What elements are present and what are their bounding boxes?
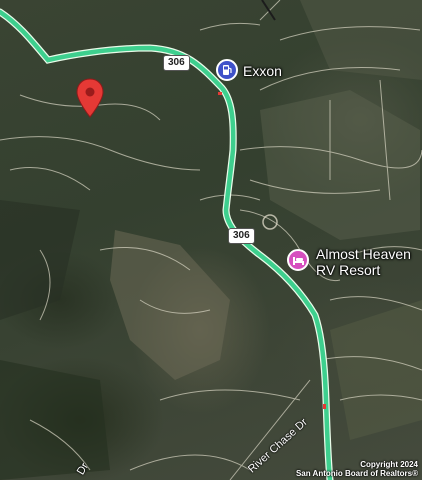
poi-label-line: RV Resort <box>316 262 381 278</box>
poi-label-rv-resort[interactable]: Almost Heaven RV Resort <box>316 246 411 278</box>
map-canvas[interactable]: 306 306 Exxon Almost Heaven RV Resort Ri… <box>0 0 422 480</box>
map-pin-icon[interactable] <box>76 78 104 118</box>
route-shield: 306 <box>163 55 190 71</box>
copyright-line: Copyright 2024 <box>360 460 418 469</box>
bed-icon[interactable] <box>287 249 309 271</box>
copyright-line: San Antonio Board of Realtors® <box>295 469 418 478</box>
poi-label-line: Almost Heaven <box>316 246 411 262</box>
map-roads-layer <box>0 0 422 480</box>
poi-label-exxon[interactable]: Exxon <box>243 63 282 79</box>
map-copyright: Copyright 2024 San Antonio Board of Real… <box>296 460 418 478</box>
gas-station-icon[interactable] <box>216 59 238 81</box>
route-shield: 306 <box>228 228 255 244</box>
